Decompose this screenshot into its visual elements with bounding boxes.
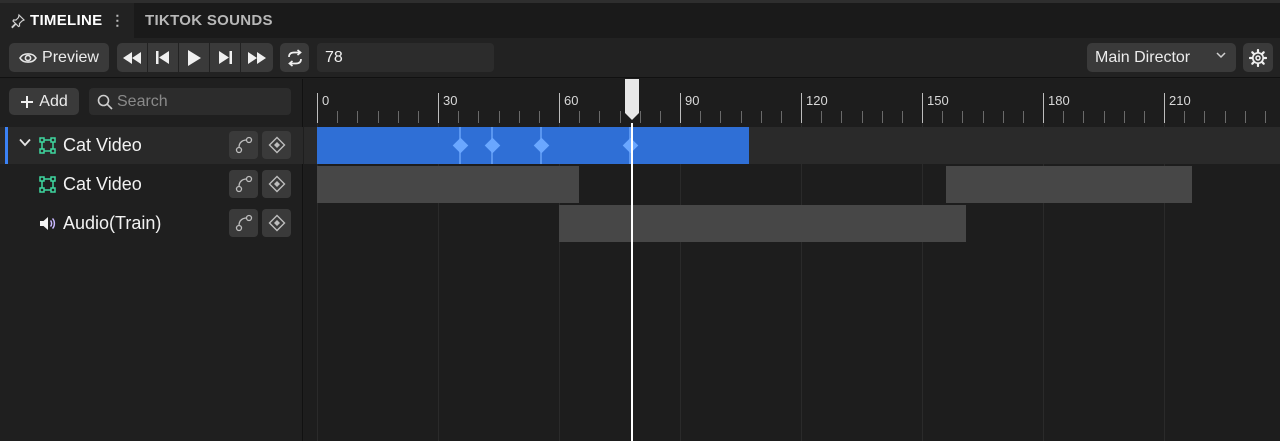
track-name: Audio(Train) bbox=[63, 213, 162, 233]
play-icon bbox=[188, 49, 201, 66]
track-row-cat-video-group[interactable]: Cat Video bbox=[0, 127, 303, 164]
curve-editor-button[interactable] bbox=[229, 209, 258, 237]
tab-label: TIKTOK SOUNDS bbox=[145, 12, 273, 29]
video-track-icon bbox=[39, 137, 56, 154]
add-label: Add bbox=[39, 92, 68, 110]
bezier-curve-icon bbox=[235, 214, 252, 232]
preview-button[interactable]: Preview bbox=[9, 43, 109, 72]
chevron-down-icon[interactable] bbox=[19, 138, 31, 147]
track-name: Cat Video bbox=[63, 135, 142, 155]
ruler-tick-label: 30 bbox=[443, 93, 458, 108]
tab-label: TIMELINE bbox=[30, 12, 103, 29]
keyframe-button[interactable] bbox=[262, 170, 291, 198]
timeline-canvas[interactable]: 0 30 60 90 120 150 180 210 bbox=[304, 79, 1280, 441]
rewind-button[interactable] bbox=[117, 43, 148, 72]
next-frame-button[interactable] bbox=[210, 43, 241, 72]
settings-button[interactable] bbox=[1243, 43, 1273, 72]
track-list-panel: Add Cat Video bbox=[0, 79, 303, 441]
ruler-tick-label: 0 bbox=[322, 93, 330, 108]
pin-icon[interactable] bbox=[10, 13, 26, 29]
chevron-down-icon bbox=[1216, 52, 1226, 59]
track-row-audio-train[interactable]: Audio(Train) bbox=[0, 205, 303, 242]
track-row-cat-video[interactable]: Cat Video bbox=[0, 166, 303, 203]
previous-frame-button[interactable] bbox=[148, 43, 179, 72]
add-track-button[interactable]: Add bbox=[9, 88, 79, 115]
keyframe-button[interactable] bbox=[262, 209, 291, 237]
ruler-tick-label: 60 bbox=[564, 93, 579, 108]
ruler-tick-label: 210 bbox=[1169, 93, 1191, 108]
ruler-tick-label: 120 bbox=[806, 93, 828, 108]
fast-forward-icon bbox=[247, 51, 266, 64]
speaker-icon bbox=[40, 217, 56, 230]
clip[interactable] bbox=[559, 205, 966, 242]
grid-line bbox=[801, 123, 802, 441]
tab-timeline[interactable]: TIMELINE ⋮ bbox=[0, 3, 134, 38]
ruler-tick-label: 150 bbox=[927, 93, 949, 108]
ruler-tick-label: 90 bbox=[685, 93, 700, 108]
plus-icon bbox=[21, 95, 34, 108]
curve-editor-button[interactable] bbox=[229, 170, 258, 198]
skip-forward-icon bbox=[219, 51, 232, 64]
grid-line bbox=[680, 123, 681, 441]
grid-line bbox=[922, 123, 923, 441]
keyframe-icon bbox=[268, 214, 285, 232]
director-select[interactable]: Main Director bbox=[1087, 43, 1236, 72]
panel-tab-bar: TIMELINE ⋮ TIKTOK SOUNDS bbox=[0, 0, 1280, 38]
rewind-icon bbox=[123, 51, 141, 64]
track-name: Cat Video bbox=[63, 174, 142, 194]
preview-label: Preview bbox=[42, 48, 99, 66]
bezier-curve-icon bbox=[235, 175, 252, 193]
play-button[interactable] bbox=[179, 43, 210, 72]
playhead-line[interactable] bbox=[631, 123, 633, 441]
fast-forward-button[interactable] bbox=[241, 43, 272, 72]
ruler-tick-label: 180 bbox=[1048, 93, 1070, 108]
search-icon bbox=[97, 94, 113, 110]
loop-button[interactable] bbox=[280, 43, 309, 72]
video-track-icon bbox=[39, 176, 56, 193]
clip[interactable] bbox=[946, 166, 1192, 203]
transport-controls bbox=[117, 43, 273, 72]
tab-tiktok-sounds[interactable]: TIKTOK SOUNDS bbox=[145, 3, 273, 38]
timeline-toolbar: Preview Main Director bbox=[0, 38, 1280, 78]
playhead-handle[interactable] bbox=[625, 79, 639, 123]
director-label: Main Director bbox=[1095, 48, 1191, 66]
current-frame-input[interactable] bbox=[317, 43, 494, 72]
search-box bbox=[89, 88, 291, 115]
curve-editor-button[interactable] bbox=[229, 131, 258, 159]
bezier-curve-icon bbox=[235, 136, 252, 154]
eye-icon bbox=[19, 52, 37, 63]
gear-icon bbox=[1249, 48, 1267, 67]
clip[interactable] bbox=[317, 166, 579, 203]
more-options-icon[interactable]: ⋮ bbox=[110, 12, 124, 29]
loop-icon bbox=[287, 48, 302, 67]
search-input[interactable] bbox=[117, 92, 287, 111]
keyframe-icon bbox=[268, 175, 285, 193]
keyframe-icon bbox=[268, 136, 285, 154]
skip-back-icon bbox=[156, 51, 169, 64]
keyframe-button[interactable] bbox=[262, 131, 291, 159]
